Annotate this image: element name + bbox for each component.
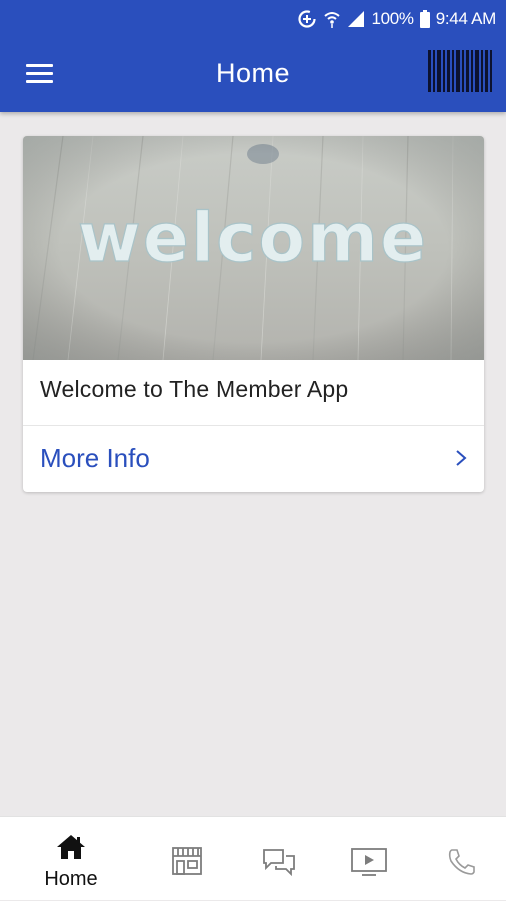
home-icon bbox=[55, 833, 87, 861]
barcode-icon[interactable] bbox=[428, 50, 492, 92]
nav-item-phone[interactable] bbox=[416, 817, 506, 901]
nav-item-chat[interactable] bbox=[234, 817, 324, 901]
card-title: Welcome to The Member App bbox=[40, 376, 348, 403]
battery-icon bbox=[420, 10, 430, 28]
bottom-navigation: Home bbox=[0, 816, 506, 900]
data-saver-icon bbox=[297, 9, 317, 29]
app-header: 100% 9:44 AM Home bbox=[0, 0, 506, 112]
welcome-banner-image: welcome bbox=[23, 136, 484, 360]
chevron-right-icon bbox=[454, 448, 468, 468]
chat-icon bbox=[262, 847, 296, 877]
welcome-card: welcome Welcome to The Member App More I… bbox=[23, 136, 484, 492]
nav-label-home: Home bbox=[26, 868, 116, 891]
nav-item-store[interactable] bbox=[142, 817, 232, 901]
more-info-label: More Info bbox=[40, 443, 150, 474]
nav-item-video[interactable] bbox=[324, 817, 414, 901]
more-info-link[interactable]: More Info bbox=[23, 426, 484, 492]
battery-percent: 100% bbox=[371, 9, 413, 29]
wifi-icon bbox=[323, 10, 341, 28]
store-icon bbox=[171, 845, 203, 877]
signal-icon bbox=[347, 10, 365, 28]
clock: 9:44 AM bbox=[436, 9, 496, 29]
status-bar: 100% 9:44 AM bbox=[297, 6, 496, 32]
video-icon bbox=[350, 847, 388, 877]
nav-item-home[interactable]: Home bbox=[26, 817, 116, 901]
phone-icon bbox=[446, 847, 476, 877]
